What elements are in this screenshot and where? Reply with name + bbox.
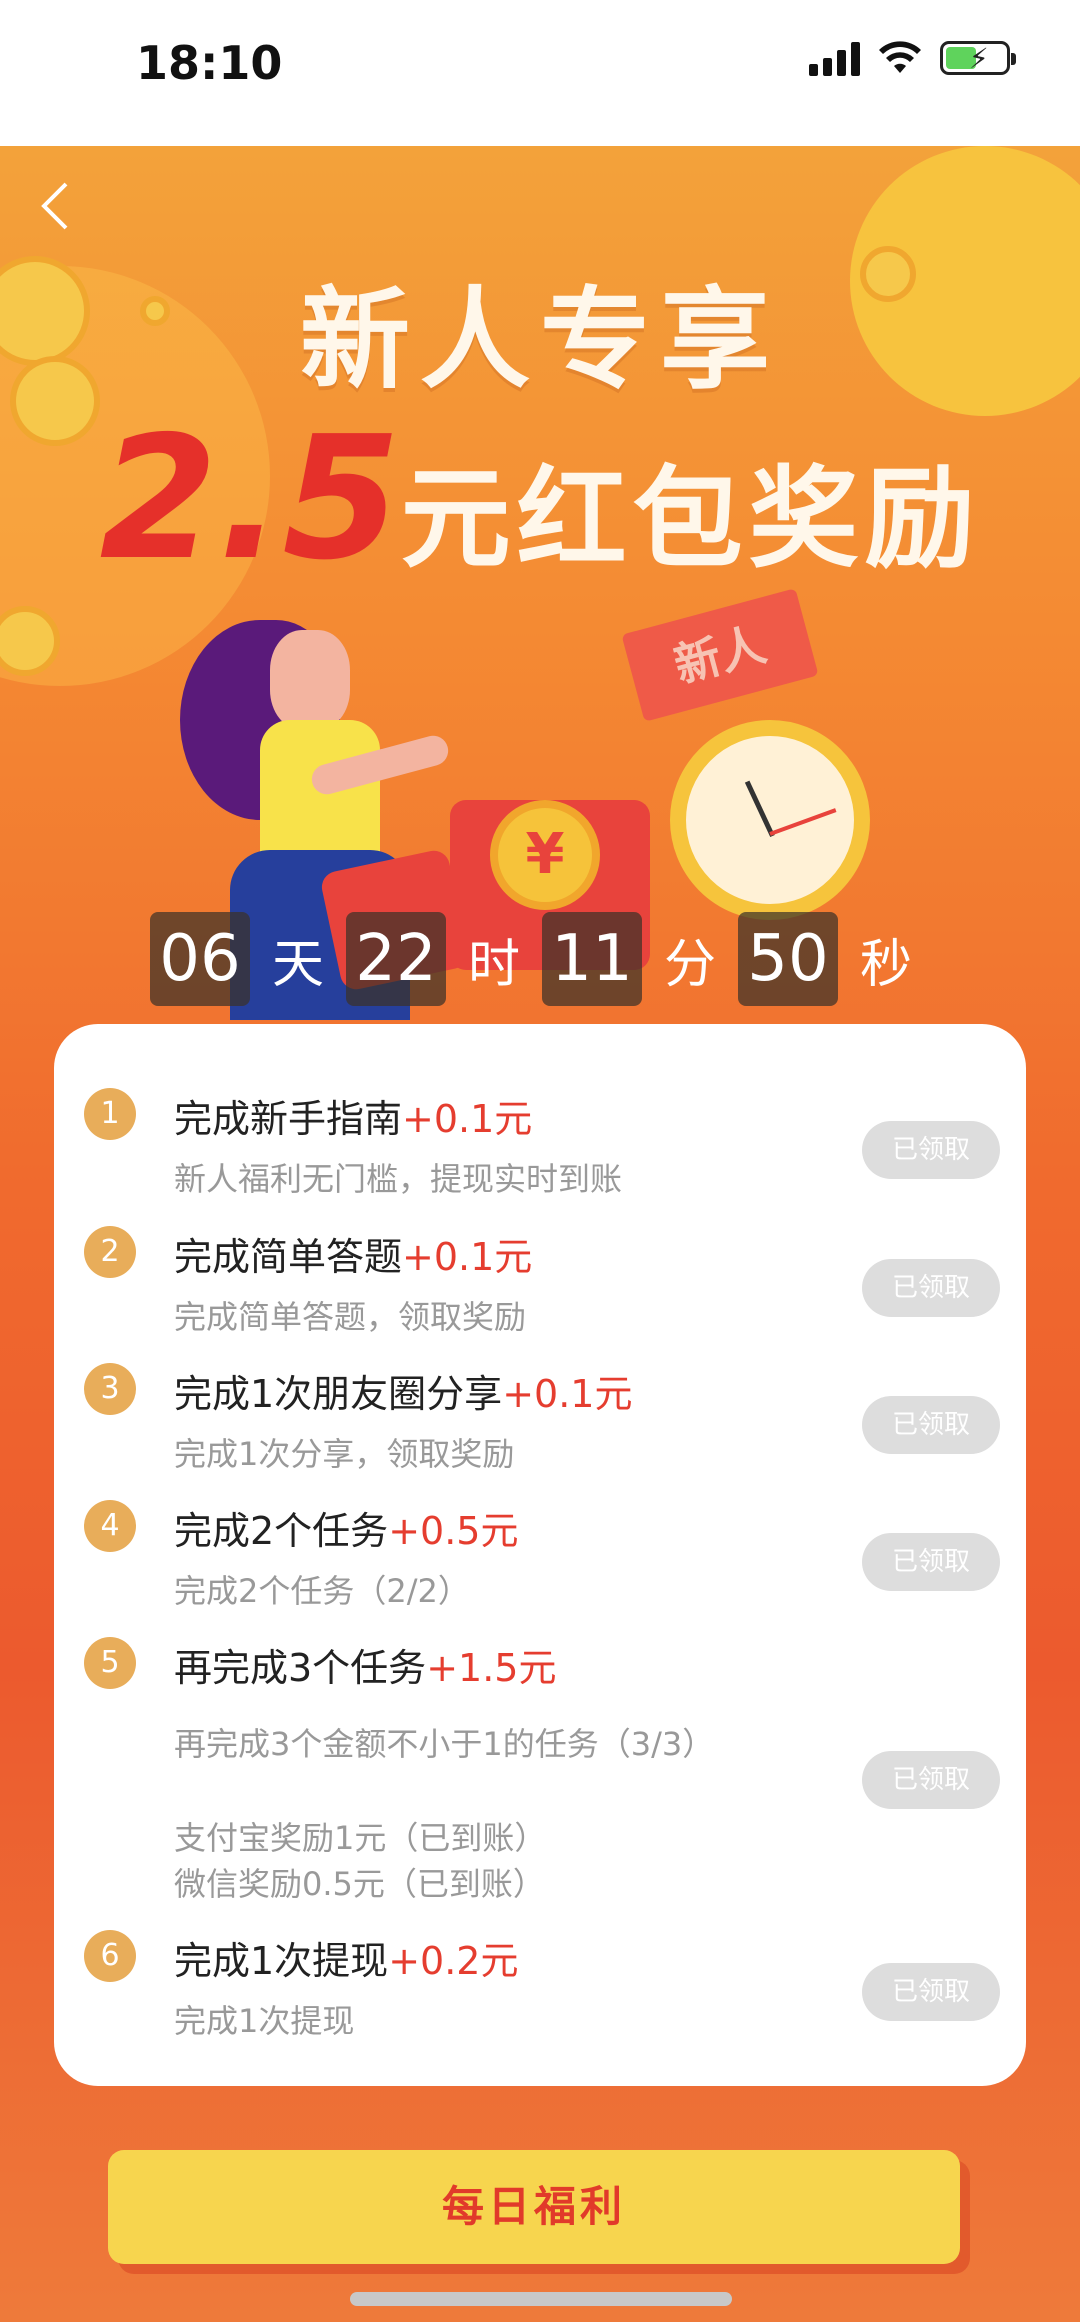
task-reward: +0.1元 xyxy=(502,1372,633,1416)
claimed-button[interactable]: 已领取 xyxy=(862,1533,1000,1591)
task-number: 4 xyxy=(84,1500,136,1552)
signal-icon xyxy=(809,40,860,76)
countdown-hours-unit: 时 xyxy=(467,934,520,995)
woman-head xyxy=(270,630,350,730)
task-title-text: 完成2个任务 xyxy=(174,1509,389,1553)
hero-subtitle: 2.5元红包奖励 xyxy=(0,400,1080,598)
claimed-button[interactable]: 已领取 xyxy=(862,1396,1000,1454)
newcomer-ticket: 新人 xyxy=(621,588,819,722)
countdown-seconds: 50 xyxy=(738,912,838,1006)
task-title-text: 再完成3个任务 xyxy=(174,1646,427,1690)
task-title-text: 完成1次提现 xyxy=(174,1939,389,1983)
task-reward: +0.2元 xyxy=(388,1939,519,1983)
task-title-text: 完成1次朋友圈分享 xyxy=(174,1372,503,1416)
claimed-button[interactable]: 已领取 xyxy=(862,1259,1000,1317)
battery-icon: ⚡ xyxy=(940,41,1016,75)
countdown-days: 06 xyxy=(150,912,250,1006)
task-description: 再完成3个金额不小于1的任务（3/3） xyxy=(174,1725,715,1763)
task-reward: +0.1元 xyxy=(402,1235,533,1279)
countdown-seconds-unit: 秒 xyxy=(859,934,912,995)
task-title: 完成1次朋友圈分享+0.1元 xyxy=(174,1363,632,1418)
task-number: 5 xyxy=(84,1637,136,1689)
task-number: 3 xyxy=(84,1363,136,1415)
status-icons: ⚡ xyxy=(809,40,1016,76)
task-title: 完成新手指南+0.1元 xyxy=(174,1088,532,1143)
task-description: 完成1次提现 xyxy=(174,2002,355,2040)
daily-welfare-button[interactable]: 每日福利 xyxy=(108,2150,960,2264)
task-description: 完成简单答题，领取奖励 xyxy=(174,1298,527,1336)
task-number: 2 xyxy=(84,1226,136,1278)
countdown-minutes-unit: 分 xyxy=(663,934,716,995)
task-title: 完成简单答题+0.1元 xyxy=(174,1226,532,1281)
task-description: 新人福利无门槛，提现实时到账 xyxy=(174,1160,623,1198)
chevron-left-icon xyxy=(41,182,68,230)
claimed-button[interactable]: 已领取 xyxy=(862,1751,1000,1809)
task-title-text: 完成新手指南 xyxy=(174,1097,403,1141)
countdown-minutes: 11 xyxy=(542,912,642,1006)
task-description: 完成1次分享，领取奖励 xyxy=(174,1435,515,1473)
back-button[interactable] xyxy=(38,180,78,230)
task-title-text: 完成简单答题 xyxy=(174,1235,403,1279)
task-reward: +1.5元 xyxy=(426,1646,557,1690)
home-indicator[interactable] xyxy=(350,2292,732,2306)
status-bar: 18:10 ⚡ xyxy=(0,0,1080,146)
task-description: 完成2个任务（2/2） xyxy=(174,1572,470,1610)
task-title: 完成1次提现+0.2元 xyxy=(174,1930,518,1985)
task-description-alipay: 支付宝奖励1元（已到账） xyxy=(174,1819,547,1857)
task-reward: +0.5元 xyxy=(388,1509,519,1553)
task-card: 1 完成新手指南+0.1元 新人福利无门槛，提现实时到账 已领取 2 完成简单答… xyxy=(54,1024,1026,2086)
countdown-days-unit: 天 xyxy=(271,934,324,995)
claimed-button[interactable]: 已领取 xyxy=(862,1121,1000,1179)
task-title: 再完成3个任务+1.5元 xyxy=(174,1637,556,1692)
reward-amount: 2.5 xyxy=(99,400,401,598)
status-time: 18:10 xyxy=(136,36,283,90)
countdown-hours: 22 xyxy=(346,912,446,1006)
task-description-wechat: 微信奖励0.5元（已到账） xyxy=(174,1865,545,1903)
hero-title: 新人专享 xyxy=(300,276,780,404)
reward-text: 元红包奖励 xyxy=(400,455,981,583)
countdown-timer: 06 天 22 时 11 分 50 秒 xyxy=(150,912,934,1006)
task-number: 6 xyxy=(84,1930,136,1982)
woman-body xyxy=(260,720,380,870)
wifi-icon xyxy=(879,41,921,73)
alarm-clock-icon xyxy=(670,720,870,920)
task-number: 1 xyxy=(84,1088,136,1140)
task-title: 完成2个任务+0.5元 xyxy=(174,1500,518,1555)
claimed-button[interactable]: 已领取 xyxy=(862,1963,1000,2021)
yuan-coin-icon: ¥ xyxy=(490,800,600,910)
task-reward: +0.1元 xyxy=(402,1097,533,1141)
